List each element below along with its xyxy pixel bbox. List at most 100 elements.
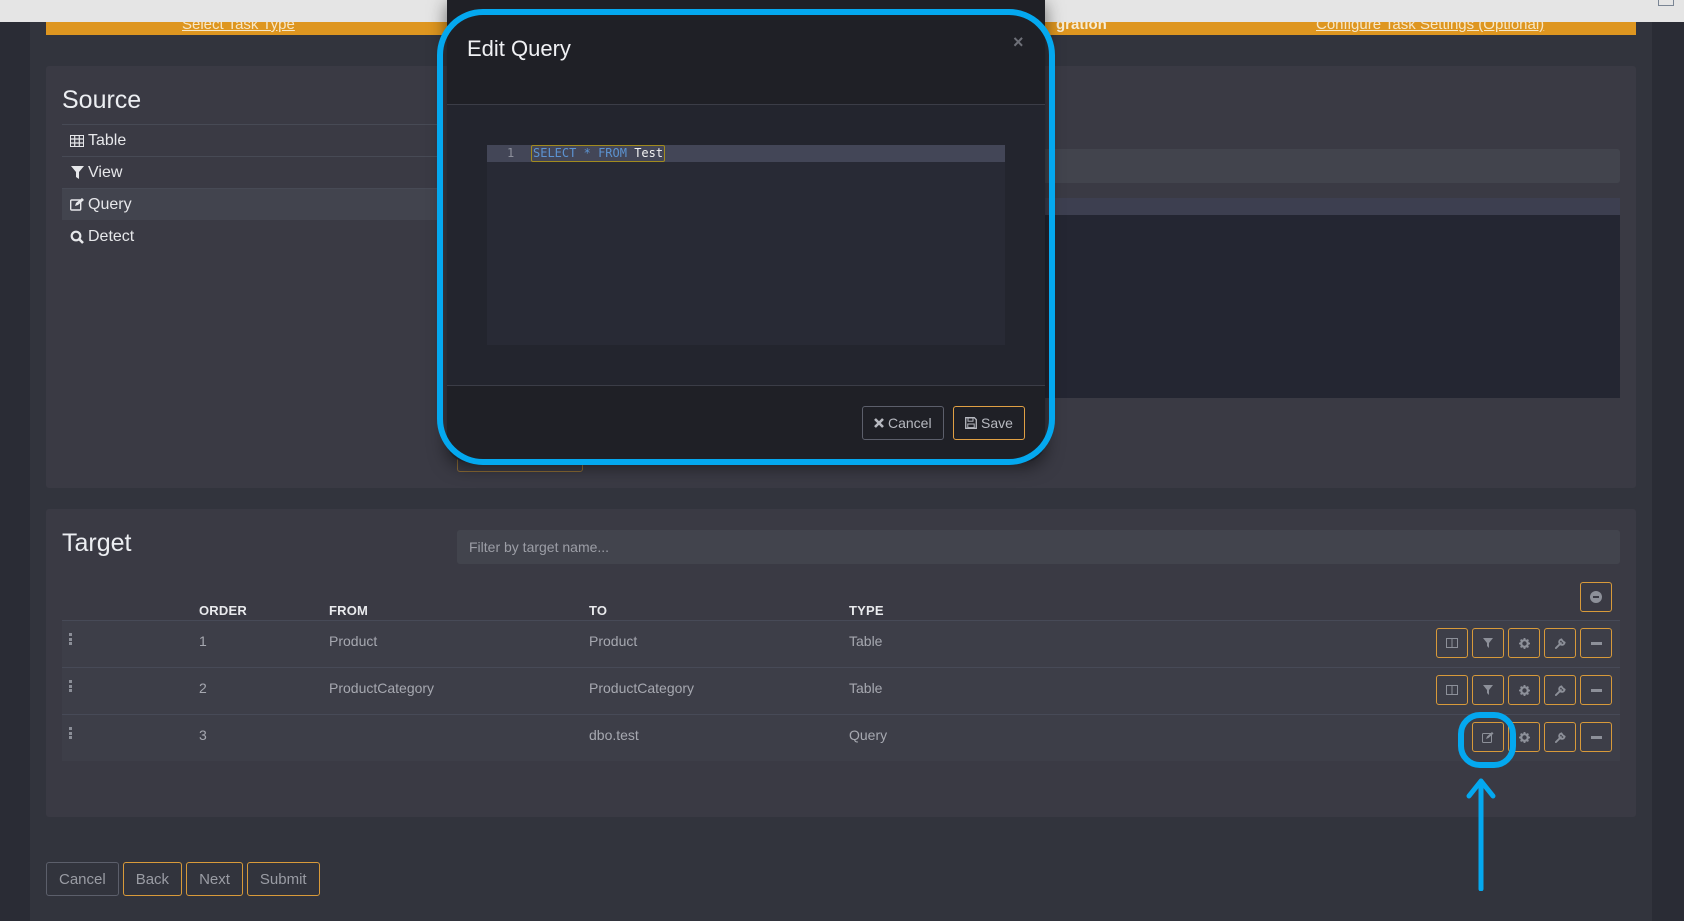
- source-item-label: Query: [88, 195, 132, 213]
- source-item-query[interactable]: Query: [62, 188, 442, 220]
- target-table-header: ORDER FROM TO TYPE: [62, 589, 1620, 620]
- cell-order: 1: [199, 633, 207, 649]
- source-item-label: Detect: [88, 227, 135, 245]
- table-row: 3 dbo.test Query: [62, 714, 1620, 761]
- column-header-type[interactable]: TYPE: [849, 603, 884, 618]
- modal-cancel-label: Cancel: [888, 415, 932, 431]
- cell-to: Product: [589, 633, 638, 649]
- modal-title: Edit Query: [467, 36, 571, 61]
- source-item-detect[interactable]: Detect: [62, 220, 442, 252]
- source-item-label: View: [88, 163, 123, 181]
- wizard-footer: Cancel Back Next Submit: [46, 862, 320, 896]
- settings-button[interactable]: [1508, 628, 1540, 658]
- wrench-button[interactable]: [1544, 628, 1576, 658]
- target-panel: Target ORDER FROM TO TYPE 1 Product Prod…: [46, 509, 1636, 817]
- column-header-from[interactable]: FROM: [329, 603, 368, 618]
- minus-icon: [1590, 641, 1602, 645]
- drag-handle-icon[interactable]: [69, 633, 72, 645]
- sql-token-space: [576, 146, 583, 160]
- modal-footer-divider: [447, 385, 1045, 386]
- step-configure-migration: gration: [1056, 22, 1107, 33]
- cell-type: Table: [849, 633, 883, 649]
- sql-token-keyword: SELECT: [533, 146, 577, 160]
- modal-save-label: Save: [981, 415, 1013, 431]
- filter-icon: [1483, 638, 1493, 648]
- settings-button[interactable]: [1508, 675, 1540, 705]
- row-actions: [1436, 628, 1612, 658]
- table-icon: [68, 134, 86, 147]
- minus-icon: [1590, 735, 1602, 739]
- back-button[interactable]: Back: [122, 862, 183, 896]
- gear-icon: [1518, 637, 1530, 649]
- filter-button[interactable]: [1472, 628, 1504, 658]
- wrench-icon: [1554, 637, 1566, 649]
- cell-from: ProductCategory: [329, 680, 435, 696]
- settings-button[interactable]: [1508, 722, 1540, 752]
- target-filter-input[interactable]: [457, 530, 1620, 564]
- drag-handle-icon[interactable]: [69, 727, 72, 739]
- source-type-nav: Table View Query Detect: [62, 124, 442, 252]
- query-editor[interactable]: 1 SELECT * FROM Test: [487, 145, 1005, 345]
- modal-save-button[interactable]: Save: [953, 406, 1025, 440]
- close-icon[interactable]: ×: [1013, 32, 1024, 53]
- gear-icon: [1518, 731, 1530, 743]
- column-header-to[interactable]: TO: [589, 603, 607, 618]
- wrench-icon: [1554, 731, 1566, 743]
- edit-icon: [1482, 731, 1494, 743]
- code-line[interactable]: SELECT * FROM Test: [531, 145, 666, 162]
- step-select-task-type[interactable]: Select Task Type: [182, 22, 295, 33]
- target-title: Target: [62, 529, 132, 557]
- line-number: 1: [507, 146, 515, 160]
- cell-from: Product: [329, 633, 378, 649]
- modal-body: 1 SELECT * FROM Test: [447, 105, 1045, 385]
- collapse-all-button[interactable]: [1580, 582, 1612, 612]
- next-button[interactable]: Next: [186, 862, 243, 896]
- editor-active-line: 1 SELECT * FROM Test: [487, 145, 1005, 162]
- sql-token-keyword: FROM: [598, 146, 627, 160]
- remove-button[interactable]: [1580, 628, 1612, 658]
- cell-type: Table: [849, 680, 883, 696]
- edit-query-button[interactable]: [1472, 722, 1504, 752]
- columns-icon: [1446, 685, 1458, 695]
- row-actions: [1472, 722, 1612, 752]
- save-icon: [965, 417, 977, 429]
- gear-icon: [1518, 684, 1530, 696]
- modal-cancel-button[interactable]: Cancel: [862, 406, 944, 440]
- minus-circle-icon: [1590, 591, 1602, 603]
- table-row: 1 Product Product Table: [62, 620, 1620, 667]
- search-icon: [68, 230, 86, 244]
- wrench-button[interactable]: [1544, 722, 1576, 752]
- cell-order: 3: [199, 727, 207, 743]
- edit-query-modal: Edit Query × 1 SELECT * FROM Test Cancel…: [447, 0, 1045, 462]
- sql-token-identifier: Test: [634, 146, 664, 160]
- sql-token-keyword: *: [583, 146, 591, 160]
- close-icon: [874, 418, 884, 428]
- edit-icon: [68, 198, 86, 211]
- filter-icon: [1483, 685, 1493, 695]
- wrench-icon: [1554, 684, 1566, 696]
- filter-icon: [68, 166, 86, 179]
- cancel-button[interactable]: Cancel: [46, 862, 119, 896]
- cell-type: Query: [849, 727, 888, 743]
- source-item-view[interactable]: View: [62, 156, 442, 188]
- columns-icon: [1446, 638, 1458, 648]
- source-title: Source: [62, 86, 142, 114]
- source-item-table[interactable]: Table: [62, 124, 442, 156]
- remove-button[interactable]: [1580, 675, 1612, 705]
- submit-button[interactable]: Submit: [246, 862, 320, 896]
- sql-token-space: [591, 146, 598, 160]
- filter-button[interactable]: [1472, 675, 1504, 705]
- source-item-label: Table: [88, 131, 127, 149]
- column-header-order[interactable]: ORDER: [199, 603, 247, 618]
- remove-button[interactable]: [1580, 722, 1612, 752]
- wrench-button[interactable]: [1544, 675, 1576, 705]
- columns-button[interactable]: [1436, 675, 1468, 705]
- cell-order: 2: [199, 680, 207, 696]
- cell-to: dbo.test: [589, 727, 639, 743]
- drag-handle-icon[interactable]: [69, 680, 72, 692]
- step-configure-task-settings[interactable]: Configure Task Settings (Optional): [1316, 22, 1544, 33]
- monitor-icon: [1658, 0, 1674, 6]
- table-row: 2 ProductCategory ProductCategory Table: [62, 667, 1620, 714]
- minus-icon: [1590, 688, 1602, 692]
- columns-button[interactable]: [1436, 628, 1468, 658]
